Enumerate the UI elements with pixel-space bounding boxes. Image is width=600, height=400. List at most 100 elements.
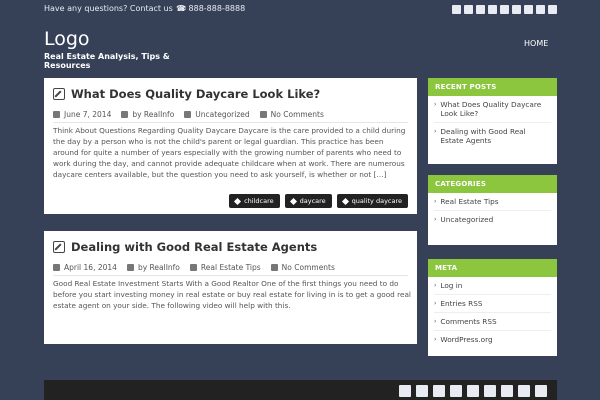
instagram-icon[interactable] <box>548 5 557 14</box>
top-bar: Have any questions? Contact us ✉ ☎ 888-8… <box>0 0 600 20</box>
post-excerpt: Good Real Estate Investment Starts With … <box>53 279 411 310</box>
youtube-icon[interactable] <box>476 5 485 14</box>
site-footer <box>44 380 557 400</box>
folder-icon <box>184 111 192 118</box>
comment-icon <box>270 264 278 271</box>
footer-social-icons <box>399 385 547 397</box>
edit-icon <box>53 88 65 100</box>
post-card: What Does Quality Daycare Look Like? Jun… <box>44 78 417 214</box>
post-title[interactable]: Dealing with Good Real Estate Agents <box>71 240 317 254</box>
list-item-label: Entries RSS <box>440 299 483 308</box>
post-author[interactable]: by RealInfo <box>132 110 174 119</box>
chevron-right-icon: › <box>434 216 437 223</box>
tag-icon <box>341 197 349 205</box>
calendar-icon <box>53 111 60 118</box>
tag-quality-daycare[interactable]: quality daycare <box>336 194 408 208</box>
flickr-icon[interactable] <box>416 385 428 397</box>
tag-label: quality daycare <box>351 197 402 205</box>
nav-home[interactable]: HOME <box>524 39 548 48</box>
chevron-right-icon: › <box>434 101 437 108</box>
linkedin-icon[interactable] <box>500 5 509 14</box>
chevron-right-icon: › <box>434 336 437 343</box>
post-excerpt: Think About Questions Regarding Quality … <box>53 126 406 179</box>
list-item[interactable]: › Comments RSS <box>434 313 551 331</box>
contact-text[interactable]: Have any questions? Contact us <box>44 4 173 13</box>
user-icon <box>121 111 129 118</box>
facebook-icon[interactable] <box>452 5 461 14</box>
site-header: Logo Real Estate Analysis, Tips & Resour… <box>0 20 600 78</box>
list-item-label: Uncategorized <box>440 215 494 224</box>
top-social-icons <box>452 5 557 14</box>
post-category[interactable]: Real Estate Tips <box>201 263 261 272</box>
post-title-row: Dealing with Good Real Estate Agents <box>53 240 317 254</box>
widget-heading: CATEGORIES <box>428 175 557 193</box>
post-comments[interactable]: No Comments <box>271 110 324 119</box>
list-item-label: Real Estate Tips <box>440 197 499 206</box>
site-tagline: Real Estate Analysis, Tips & Resources <box>44 52 170 70</box>
tag-childcare[interactable]: childcare <box>229 194 280 208</box>
tumblr-icon[interactable] <box>501 385 513 397</box>
phone-info: ☎ 888-888-8888 <box>176 4 245 13</box>
tag-label: childcare <box>244 197 274 205</box>
post-divider <box>53 275 408 276</box>
edit-icon <box>53 241 65 253</box>
tag-label: daycare <box>299 197 326 205</box>
contact-info[interactable]: Have any questions? Contact us ✉ <box>44 4 190 13</box>
dribbble-icon[interactable] <box>518 385 530 397</box>
list-item-label: Log in <box>440 281 463 290</box>
tumblr-icon[interactable] <box>524 5 533 14</box>
chevron-right-icon: › <box>434 128 437 135</box>
post-meta: June 7, 2014 by RealInfo Uncategorized N… <box>53 110 324 119</box>
pinterest-icon[interactable] <box>484 385 496 397</box>
tag-daycare[interactable]: daycare <box>284 194 332 208</box>
dribbble-icon[interactable] <box>536 5 545 14</box>
tag-icon <box>234 197 242 205</box>
recent-posts-list: › What Does Quality Daycare Look Like? › D… <box>428 96 557 149</box>
post-category[interactable]: Uncategorized <box>195 110 249 119</box>
post-comments[interactable]: No Comments <box>282 263 335 272</box>
widget-heading: META <box>428 259 557 277</box>
facebook-icon[interactable] <box>399 385 411 397</box>
chevron-right-icon: › <box>434 198 437 205</box>
youtube-icon[interactable] <box>433 385 445 397</box>
widget-heading: RECENT POSTS <box>428 78 557 96</box>
post-divider <box>53 122 408 123</box>
post-title[interactable]: What Does Quality Daycare Look Like? <box>71 87 320 101</box>
folder-icon <box>189 264 197 271</box>
flickr-icon[interactable] <box>464 5 473 14</box>
phone-icon: ☎ <box>176 4 186 13</box>
site-logo[interactable]: Logo <box>44 28 90 50</box>
list-item-label: Comments RSS <box>440 317 497 326</box>
list-item[interactable]: › Real Estate Tips <box>434 193 551 211</box>
meta-list: › Log in › Entries RSS › Comments RSS › Word… <box>428 277 557 348</box>
twitter-icon[interactable] <box>450 385 462 397</box>
post-card: Dealing with Good Real Estate Agents Apr… <box>44 231 417 344</box>
list-item-label: Dealing with Good Real Estate Agents <box>440 127 526 145</box>
linkedin-icon[interactable] <box>467 385 479 397</box>
list-item[interactable]: › Uncategorized <box>434 211 551 228</box>
list-item[interactable]: › Log in <box>434 277 551 295</box>
list-item[interactable]: › Entries RSS <box>434 295 551 313</box>
widget-recent-posts: RECENT POSTS › What Does Quality Daycare … <box>428 78 557 164</box>
phone-number: 888-888-8888 <box>188 4 246 13</box>
post-meta: April 16, 2014 by RealInfo Real Estate T… <box>53 263 335 272</box>
post-date: April 16, 2014 <box>64 263 117 272</box>
user-icon <box>126 264 134 271</box>
list-item[interactable]: › WordPress.org <box>434 331 551 348</box>
instagram-icon[interactable] <box>535 385 547 397</box>
tag-icon <box>289 197 297 205</box>
post-title-row: What Does Quality Daycare Look Like? <box>53 87 320 101</box>
categories-list: › Real Estate Tips › Uncategorized <box>428 193 557 228</box>
comment-icon <box>259 111 267 118</box>
widget-categories: CATEGORIES › Real Estate Tips › Uncategori… <box>428 175 557 245</box>
pinterest-icon[interactable] <box>512 5 521 14</box>
post-author[interactable]: by RealInfo <box>138 263 180 272</box>
list-item[interactable]: › What Does Quality Daycare Look Like? <box>434 96 551 123</box>
chevron-right-icon: › <box>434 300 437 307</box>
chevron-right-icon: › <box>434 282 437 289</box>
list-item-label: What Does Quality Daycare Look Like? <box>440 100 542 118</box>
twitter-icon[interactable] <box>488 5 497 14</box>
post-date: June 7, 2014 <box>64 110 112 119</box>
post-tags: childcare daycare quality daycare <box>229 194 408 208</box>
list-item[interactable]: › Dealing with Good Real Estate Agents <box>434 123 551 149</box>
